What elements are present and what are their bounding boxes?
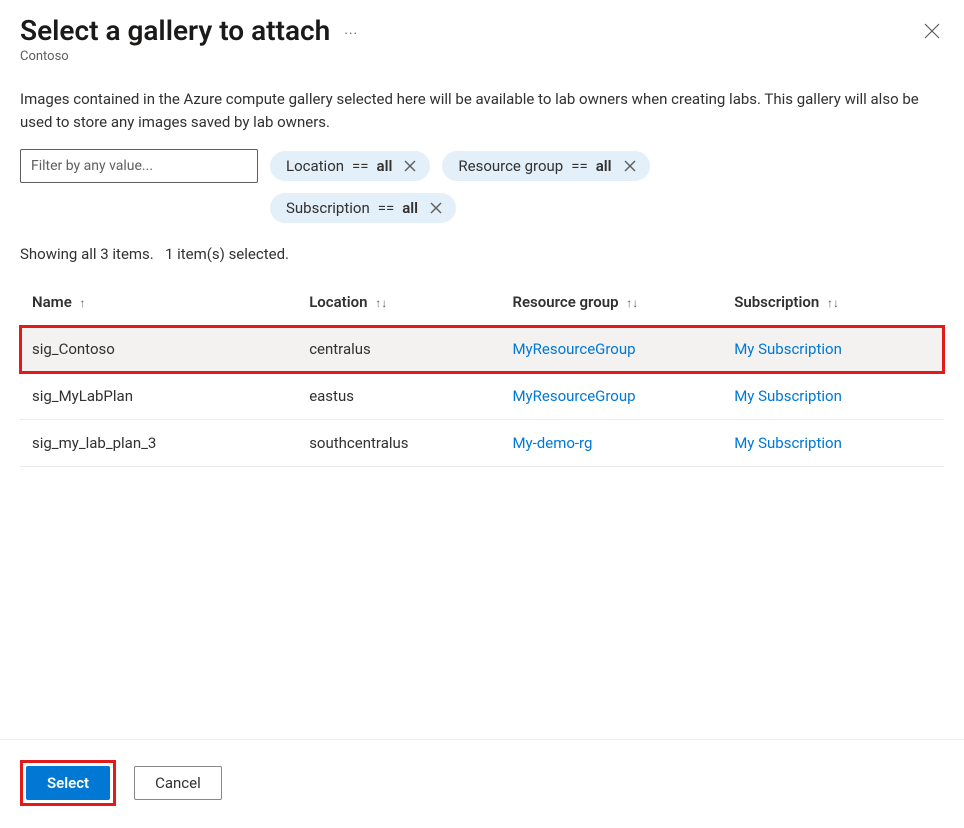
subscription-link: My Subscription (734, 387, 842, 405)
cell-location: centralus (297, 326, 500, 373)
filter-pill-label: Location (286, 157, 344, 175)
remove-filter-icon[interactable] (404, 160, 416, 172)
resource-group-link: MyResourceGroup (512, 340, 635, 358)
cancel-button[interactable]: Cancel (134, 766, 222, 800)
resource-group-link: My-demo-rg (512, 434, 592, 452)
table-header-row: Name ↑ Location ↑↓ Resource group ↑↓ Sub… (20, 279, 944, 326)
filters-row-2: Subscription == all (0, 183, 964, 223)
remove-filter-icon[interactable] (430, 202, 442, 214)
cell-name: sig_my_lab_plan_3 (20, 420, 297, 467)
subscription-link: My Subscription (734, 434, 842, 452)
cell-subscription[interactable]: My Subscription (722, 373, 944, 420)
cell-name: sig_Contoso (20, 326, 297, 373)
filter-pill-op: == (352, 157, 368, 175)
select-button[interactable]: Select (26, 766, 110, 800)
table-row[interactable]: sig_my_lab_plan_3southcentralus My-demo-r… (20, 420, 944, 467)
cell-resource-group[interactable]: My-demo-rg (500, 420, 722, 467)
cell-subscription[interactable]: My Subscription (722, 326, 944, 373)
status-showing: Showing all 3 items. (20, 245, 154, 263)
column-header-resource-group[interactable]: Resource group ↑↓ (500, 279, 722, 326)
remove-filter-icon[interactable] (624, 160, 636, 172)
close-icon (924, 23, 940, 42)
cell-resource-group[interactable]: MyResourceGroup (500, 373, 722, 420)
resource-group-link: MyResourceGroup (512, 387, 635, 405)
cell-resource-group[interactable]: MyResourceGroup (500, 326, 722, 373)
filter-pill-label: Resource group (458, 157, 563, 175)
table-row[interactable]: sig_MyLabPlaneastus MyResourceGroup My Sub… (20, 373, 944, 420)
filter-pill-subscription[interactable]: Subscription == all (270, 193, 456, 223)
page-title: Select a gallery to attach (20, 14, 330, 47)
sort-icon: ↑↓ (626, 296, 638, 310)
filter-pill-label: Subscription (286, 199, 370, 217)
status-text: Showing all 3 items. 1 item(s) selected. (0, 223, 964, 271)
panel-header: Select a gallery to attach ··· Contoso (0, 0, 964, 70)
status-selected: 1 item(s) selected. (165, 245, 289, 263)
subscription-link: My Subscription (734, 340, 842, 358)
select-button-highlight: Select (20, 760, 116, 806)
description-text: Images contained in the Azure compute ga… (0, 70, 940, 133)
filter-pill-value: all (596, 157, 612, 175)
filter-pill-value: all (402, 199, 418, 217)
filter-pill-resource-group[interactable]: Resource group == all (442, 151, 649, 181)
cell-location: eastus (297, 373, 500, 420)
cell-name: sig_MyLabPlan (20, 373, 297, 420)
sort-icon: ↑↓ (827, 296, 839, 310)
sort-asc-icon: ↑ (80, 296, 86, 310)
filter-pill-op: == (571, 157, 587, 175)
filter-input[interactable] (20, 149, 258, 183)
filters-row: Location == all Resource group == all (0, 133, 964, 183)
cell-location: southcentralus (297, 420, 500, 467)
sort-icon: ↑↓ (375, 296, 387, 310)
table-row[interactable]: sig_Contosocentralus MyResourceGroup My Su… (20, 326, 944, 373)
column-header-name[interactable]: Name ↑ (20, 279, 297, 326)
column-header-location[interactable]: Location ↑↓ (297, 279, 500, 326)
column-header-subscription[interactable]: Subscription ↑↓ (722, 279, 944, 326)
filter-pill-op: == (378, 199, 394, 217)
breadcrumb: Contoso (20, 49, 944, 64)
filter-pill-location[interactable]: Location == all (270, 151, 430, 181)
more-actions-button[interactable]: ··· (344, 20, 358, 42)
gallery-table: Name ↑ Location ↑↓ Resource group ↑↓ Sub… (20, 279, 944, 467)
cell-subscription[interactable]: My Subscription (722, 420, 944, 467)
footer: Select Cancel (0, 739, 964, 828)
close-button[interactable] (920, 20, 944, 44)
filter-pill-value: all (377, 157, 393, 175)
